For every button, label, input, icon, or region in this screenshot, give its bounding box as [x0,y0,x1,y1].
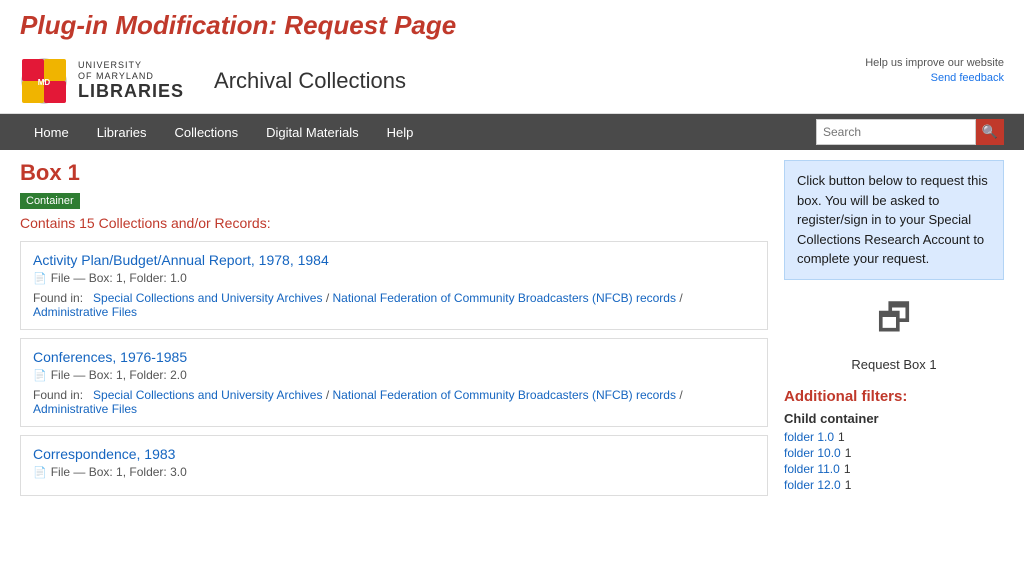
help-text: Help us improve our website [865,57,1004,69]
record-meta-3: 📄 File — Box: 1, Folder: 3.0 [33,465,755,479]
sidebar: Click button below to request this box. … [784,160,1004,504]
nav-item-digital-materials[interactable]: Digital Materials [252,114,372,150]
container-badge: Container [20,193,80,209]
record-title-2[interactable]: Conferences, 1976-1985 [33,349,187,365]
found-link-2-3[interactable]: Administrative Files [33,402,137,416]
found-link-1-1[interactable]: Special Collections and University Archi… [93,291,322,305]
university-text: UNIVERSITYOF MARYLAND LIBRARIES [78,60,184,103]
record-card-3: Correspondence, 1983 📄 File — Box: 1, Fo… [20,435,768,496]
site-title: Archival Collections [214,68,406,94]
found-in-label-1: Found in: [33,291,90,305]
found-link-2-2[interactable]: National Federation of Community Broadca… [333,388,676,402]
separator-2-2: / [679,388,682,402]
filter-item-3: folder 11.0 1 [784,462,1004,476]
found-in-2: Found in: Special Collections and Univer… [33,388,755,416]
nav-item-home[interactable]: Home [20,114,83,150]
filter-link-4[interactable]: folder 12.0 [784,478,841,492]
found-link-2-1[interactable]: Special Collections and University Archi… [93,388,322,402]
record-meta-2: 📄 File — Box: 1, Folder: 2.0 [33,368,755,382]
record-meta-text-2: File — Box: 1, Folder: 2.0 [51,368,187,382]
university-logo: MD [20,57,68,105]
additional-filters: Additional filters: Child container fold… [784,388,1004,492]
record-title-1[interactable]: Activity Plan/Budget/Annual Report, 1978… [33,252,329,268]
content-left: Box 1 Container Contains 15 Collections … [20,160,768,504]
record-meta-text-1: File — Box: 1, Folder: 1.0 [51,271,187,285]
contains-text: Contains 15 Collections and/or Records: [20,215,768,231]
found-in-1: Found in: Special Collections and Univer… [33,291,755,319]
nav-item-collections[interactable]: Collections [161,114,253,150]
filter-count-3: 1 [844,462,851,476]
filter-link-1[interactable]: folder 1.0 [784,430,834,444]
search-area: 🔍 [816,119,1004,145]
page-heading: Box 1 [20,160,768,186]
child-container-label: Child container [784,411,1004,426]
found-link-1-3[interactable]: Administrative Files [33,305,137,319]
found-link-1-2[interactable]: National Federation of Community Broadca… [333,291,676,305]
request-icon: 🗗 [784,292,1004,353]
record-card-2: Conferences, 1976-1985 📄 File — Box: 1, … [20,338,768,427]
filter-item-1: folder 1.0 1 [784,430,1004,444]
record-card: Activity Plan/Budget/Annual Report, 1978… [20,241,768,330]
nav-items: Home Libraries Collections Digital Mater… [20,114,816,150]
record-title-3[interactable]: Correspondence, 1983 [33,446,175,462]
filter-link-3[interactable]: folder 11.0 [784,462,840,476]
filter-count-2: 1 [845,446,852,460]
main-content: Box 1 Container Contains 15 Collections … [0,150,1024,514]
site-header: MD UNIVERSITYOF MARYLAND LIBRARIES Archi… [0,49,1024,114]
request-btn-label: Request Box 1 [784,357,1004,372]
nav-bar: Home Libraries Collections Digital Mater… [0,114,1024,150]
filter-count-1: 1 [838,430,845,444]
filter-link-2[interactable]: folder 10.0 [784,446,841,460]
filter-count-4: 1 [845,478,852,492]
file-icon-3: 📄 [33,466,47,479]
page-banner: Plug-in Modification: Request Page [0,0,1024,49]
request-btn-area: 🗗 Request Box 1 [784,292,1004,372]
svg-text:MD: MD [38,78,51,87]
separator-2-1: / [326,388,333,402]
found-in-label-2: Found in: [33,388,90,402]
nav-item-help[interactable]: Help [373,114,428,150]
filter-item-4: folder 12.0 1 [784,478,1004,492]
page-banner-title: Plug-in Modification: Request Page [20,10,1004,41]
request-info-text: Click button below to request this box. … [797,173,988,266]
feedback-link[interactable]: Send feedback [931,72,1004,84]
search-input[interactable] [816,119,976,145]
request-info-box: Click button below to request this box. … [784,160,1004,280]
university-line1: UNIVERSITYOF MARYLAND [78,60,184,82]
separator-1-1: / [326,291,333,305]
logo-area: MD UNIVERSITYOF MARYLAND LIBRARIES Archi… [20,57,406,105]
file-icon-2: 📄 [33,369,47,382]
header-right: Help us improve our website Send feedbac… [865,57,1004,84]
nav-item-libraries[interactable]: Libraries [83,114,161,150]
record-meta-1: 📄 File — Box: 1, Folder: 1.0 [33,271,755,285]
libraries-label: LIBRARIES [78,81,184,102]
file-icon-1: 📄 [33,272,47,285]
search-button[interactable]: 🔍 [976,119,1004,145]
record-meta-text-3: File — Box: 1, Folder: 3.0 [51,465,187,479]
separator-1-2: / [679,291,682,305]
filters-heading: Additional filters: [784,388,1004,405]
filter-item-2: folder 10.0 1 [784,446,1004,460]
